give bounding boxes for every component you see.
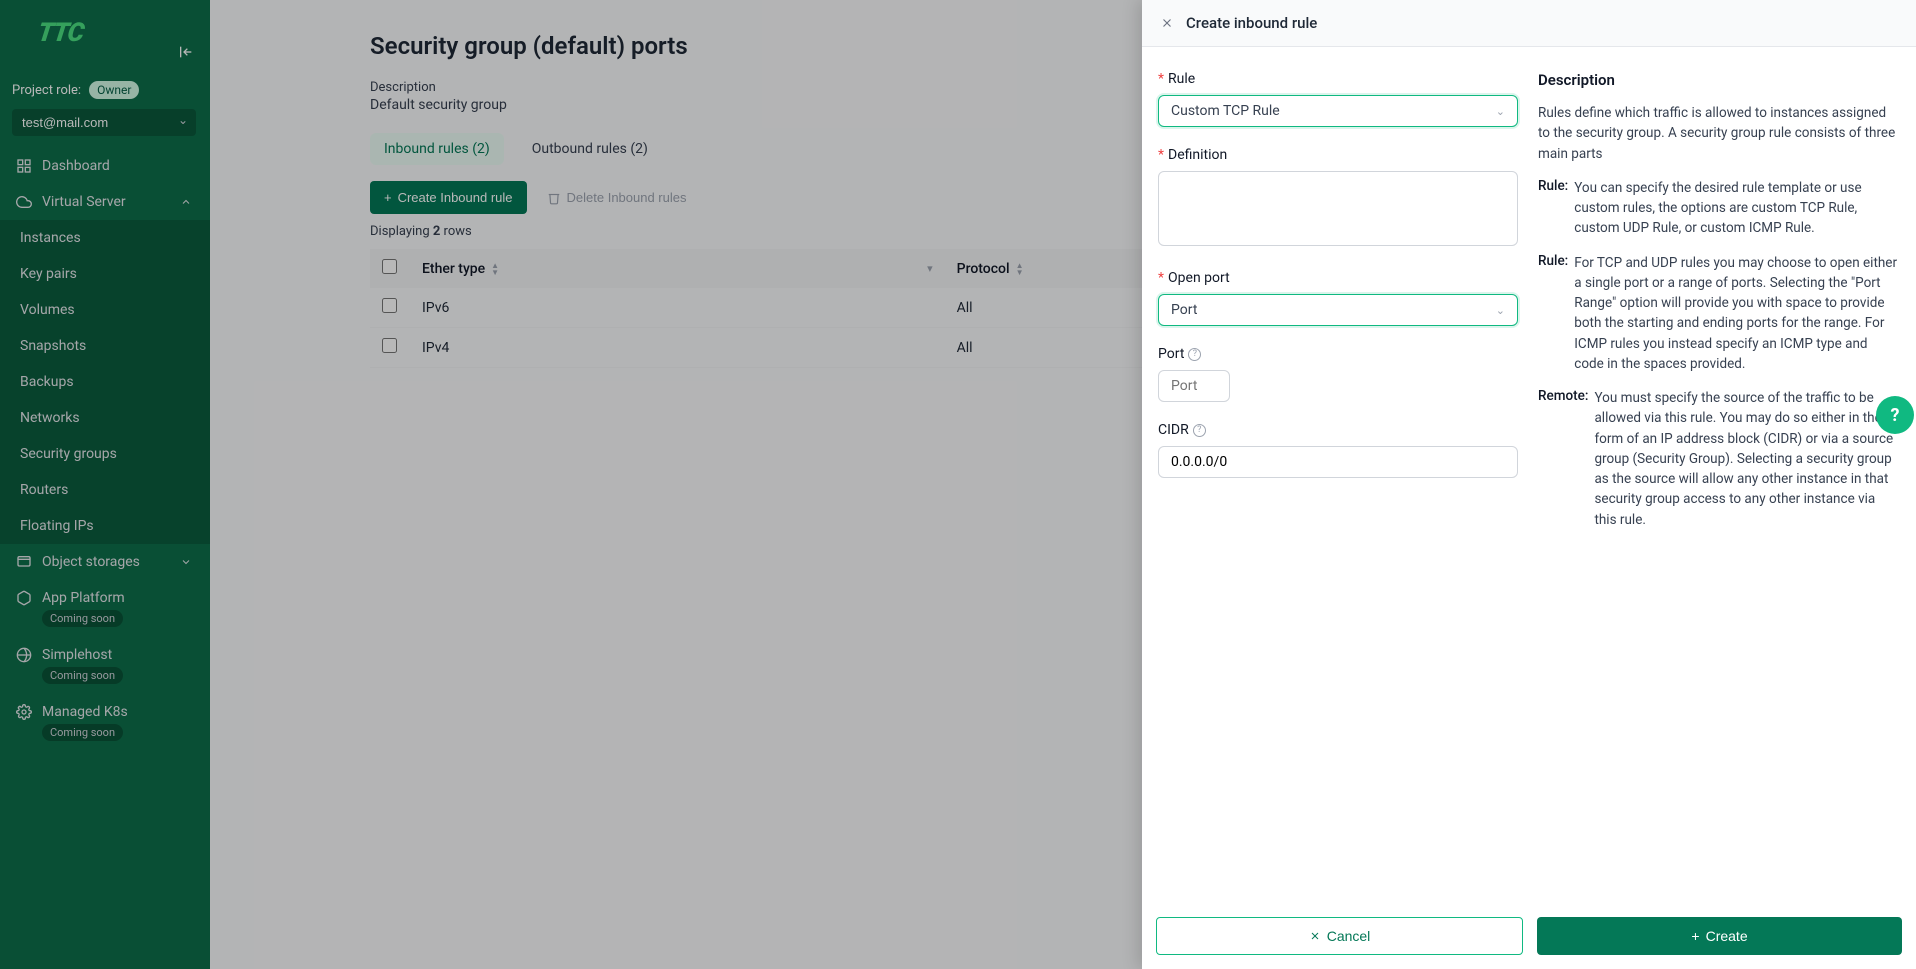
- desc-def: You can specify the desired rule templat…: [1574, 178, 1900, 239]
- open-port-label: Open port: [1168, 270, 1230, 286]
- field-open-port: *Open port Port ⌄: [1158, 270, 1518, 326]
- open-port-select[interactable]: Port ⌄: [1158, 294, 1518, 326]
- help-icon[interactable]: ?: [1193, 424, 1206, 437]
- drawer-body: *Rule Custom TCP Rule ⌄ *Definition *Ope…: [1142, 47, 1916, 905]
- definition-label: Definition: [1168, 147, 1227, 163]
- description-heading: Description: [1538, 71, 1900, 89]
- desc-term: Rule:: [1538, 253, 1568, 375]
- field-port: Port?: [1158, 346, 1518, 402]
- plus-icon: +: [1691, 928, 1699, 944]
- definition-textarea[interactable]: [1158, 171, 1518, 246]
- chevron-down-icon: ⌄: [1496, 304, 1505, 317]
- desc-def: For TCP and UDP rules you may choose to …: [1574, 253, 1900, 375]
- drawer-title: Create inbound rule: [1186, 14, 1317, 32]
- create-button[interactable]: + Create: [1537, 917, 1902, 955]
- open-port-value: Port: [1171, 302, 1197, 318]
- create-label: Create: [1706, 928, 1748, 944]
- desc-term: Rule:: [1538, 178, 1568, 239]
- drawer-footer: Cancel + Create: [1142, 905, 1916, 969]
- cidr-input[interactable]: [1158, 446, 1518, 478]
- chevron-down-icon: ⌄: [1496, 105, 1505, 118]
- close-icon: [1309, 930, 1321, 942]
- description-column: Description Rules define which traffic i…: [1538, 71, 1900, 905]
- cancel-label: Cancel: [1327, 928, 1371, 944]
- cidr-label: CIDR: [1158, 422, 1189, 438]
- rule-select[interactable]: Custom TCP Rule ⌄: [1158, 95, 1518, 127]
- desc-item: Rule: You can specify the desired rule t…: [1538, 178, 1900, 239]
- rule-select-value: Custom TCP Rule: [1171, 103, 1280, 119]
- help-fab[interactable]: ?: [1876, 396, 1914, 434]
- desc-item: Rule: For TCP and UDP rules you may choo…: [1538, 253, 1900, 375]
- drawer-header: Create inbound rule: [1142, 0, 1916, 47]
- rule-label: Rule: [1168, 71, 1195, 87]
- form-column: *Rule Custom TCP Rule ⌄ *Definition *Ope…: [1158, 71, 1518, 905]
- field-rule: *Rule Custom TCP Rule ⌄: [1158, 71, 1518, 127]
- create-inbound-rule-drawer: Create inbound rule *Rule Custom TCP Rul…: [1142, 0, 1916, 969]
- description-intro: Rules define which traffic is allowed to…: [1538, 103, 1900, 164]
- field-definition: *Definition: [1158, 147, 1518, 250]
- desc-item: Remote: You must specify the source of t…: [1538, 388, 1900, 530]
- port-label: Port: [1158, 346, 1184, 362]
- cancel-button[interactable]: Cancel: [1156, 917, 1523, 955]
- port-input[interactable]: [1158, 370, 1230, 402]
- desc-def: You must specify the source of the traff…: [1594, 388, 1900, 530]
- field-cidr: CIDR?: [1158, 422, 1518, 478]
- close-icon[interactable]: [1160, 16, 1174, 30]
- desc-term: Remote:: [1538, 388, 1588, 530]
- help-icon[interactable]: ?: [1188, 348, 1201, 361]
